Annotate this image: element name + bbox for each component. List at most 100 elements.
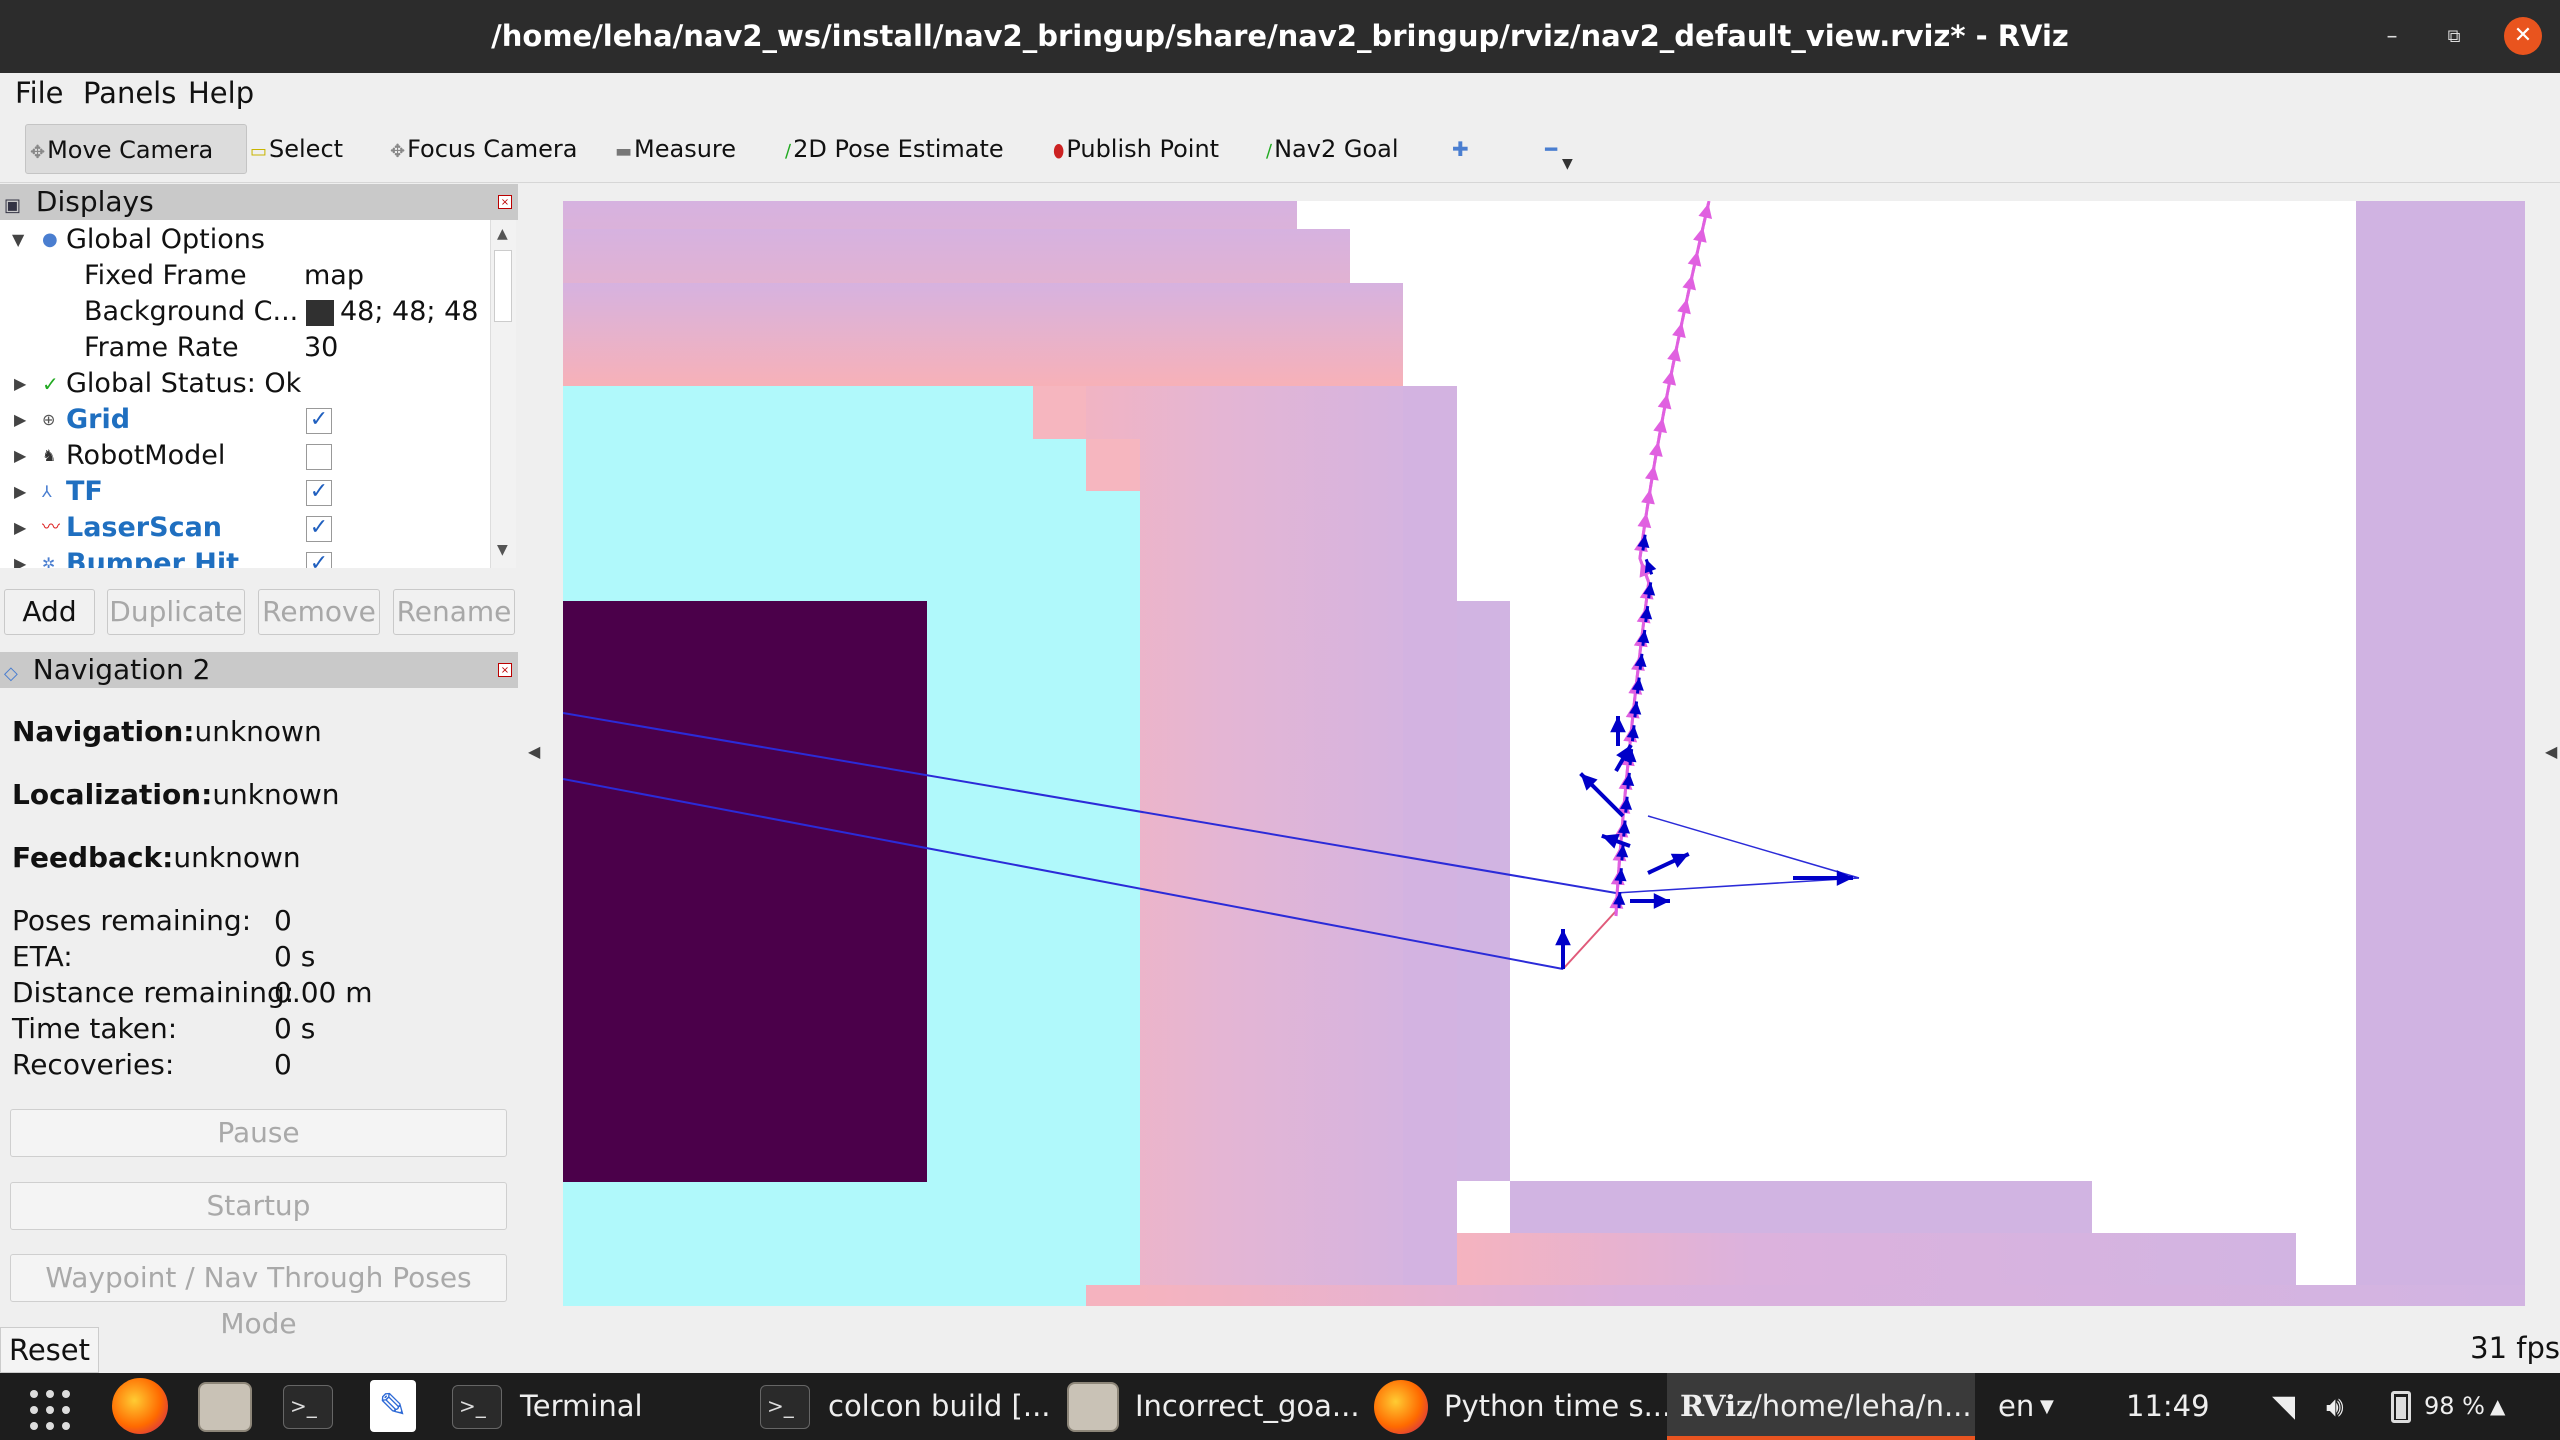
navigation-status: Navigation:unknown <box>12 712 322 752</box>
files-icon[interactable] <box>198 1382 252 1432</box>
costmap-top-3 <box>563 283 1403 386</box>
laserscan-checkbox[interactable]: ✓ <box>306 516 332 542</box>
terminal-window-icon[interactable]: >_ <box>452 1385 502 1429</box>
toolbar-dropdown-icon[interactable]: ▼ <box>1562 156 1573 172</box>
tree-row-global-options[interactable]: ▼ ● Global Options <box>0 222 490 258</box>
select-tool[interactable]: ▭Select <box>250 124 343 174</box>
nav2-goal-tool[interactable]: ∕Nav2 Goal <box>1266 124 1399 174</box>
scroll-up-icon[interactable]: ▲ <box>497 226 508 242</box>
menu-file[interactable]: File <box>15 75 64 111</box>
grid-checkbox[interactable]: ✓ <box>306 408 332 434</box>
remove-tool-icon[interactable]: ━ <box>1545 124 1557 174</box>
expand-down-icon[interactable]: ▼ <box>12 222 24 258</box>
firefox-icon[interactable] <box>112 1378 168 1434</box>
navigation-close-icon[interactable]: × <box>498 663 512 677</box>
expand-right-icon[interactable]: ▶ <box>14 402 26 438</box>
duplicate-button[interactable]: Duplicate <box>107 589 245 635</box>
system-menu-icon[interactable]: ▲ <box>2490 1373 2505 1440</box>
scrollbar-thumb[interactable] <box>494 250 512 322</box>
robotmodel-checkbox[interactable] <box>306 444 332 470</box>
measure-tool[interactable]: ▬Measure <box>615 124 736 174</box>
folder-window-icon[interactable] <box>1067 1382 1119 1432</box>
displays-panel-header[interactable]: ▣ Displays <box>0 184 518 220</box>
battery-icon[interactable] <box>2391 1391 2411 1423</box>
frame-rate-value[interactable]: 30 <box>304 330 338 366</box>
startup-button[interactable]: Startup <box>10 1182 507 1230</box>
reset-button[interactable]: Reset <box>0 1327 99 1373</box>
publish-point-tool[interactable]: ⬮Publish Point <box>1053 124 1219 174</box>
expand-right-icon[interactable]: ▶ <box>14 474 26 510</box>
pose-estimate-tool[interactable]: ∕2D Pose Estimate <box>785 124 1004 174</box>
rename-button[interactable]: Rename <box>393 589 515 635</box>
grid-icon: ⊕ <box>42 410 56 429</box>
displays-scrollbar[interactable]: ▲ ▼ <box>490 220 516 568</box>
app-grid-icon[interactable] <box>28 1388 72 1432</box>
waypoint-mode-button[interactable]: Waypoint / Nav Through Poses Mode <box>10 1254 507 1340</box>
add-button[interactable]: Add <box>4 589 95 635</box>
menu-panels[interactable]: Panels <box>83 75 176 111</box>
terminal-app-icon[interactable]: >_ <box>283 1385 333 1429</box>
menu-bar <box>0 73 2560 113</box>
wifi-icon[interactable]: ◥ <box>2272 1373 2295 1440</box>
lethal-obstacle <box>563 601 927 1182</box>
splitter-left-arrow-icon[interactable]: ◀ <box>528 742 540 761</box>
menu-help[interactable]: Help <box>188 75 254 111</box>
scroll-down-icon[interactable]: ▼ <box>497 542 508 558</box>
add-tool-icon[interactable]: ✚ <box>1452 124 1469 174</box>
colcon-window-icon[interactable]: >_ <box>760 1385 810 1429</box>
splitter-right-arrow-icon[interactable]: ◀ <box>2545 742 2557 761</box>
navigation-panel-header[interactable]: ◇ Navigation 2 <box>0 652 518 688</box>
costmap-cyan-3 <box>1086 491 1140 1306</box>
focus-camera-tool[interactable]: ✥Focus Camera <box>390 124 577 174</box>
tree-row-laserscan[interactable]: ▶ 〰 LaserScan ✓ <box>0 510 490 546</box>
monitor-icon: ▣ <box>4 195 22 216</box>
expand-right-icon[interactable]: ▶ <box>14 546 26 568</box>
navigation-status-label: Navigation: <box>12 715 195 748</box>
publish-point-label: Publish Point <box>1066 135 1220 163</box>
pause-button[interactable]: Pause <box>10 1109 507 1157</box>
taskbar-terminal[interactable]: Terminal <box>520 1373 643 1440</box>
tree-row-grid[interactable]: ▶ ⊕ Grid ✓ <box>0 402 490 438</box>
volume-icon[interactable]: 🔊︎ <box>2326 1373 2344 1440</box>
displays-tree[interactable]: ▼ ● Global Options Fixed Frame map Backg… <box>0 220 516 568</box>
minimize-button[interactable]: – <box>2375 20 2409 54</box>
time-taken-label: Time taken: <box>12 1012 178 1045</box>
taskbar-python[interactable]: Python time s... <box>1444 1373 1671 1440</box>
localization-status-value: unknown <box>212 778 340 811</box>
frame-rate-label: Frame Rate <box>84 332 239 363</box>
costmap-strip-2 <box>1403 386 1457 1306</box>
tree-row-global-status[interactable]: ▶ ✓ Global Status: Ok <box>0 366 490 402</box>
tf-checkbox[interactable]: ✓ <box>306 480 332 506</box>
language-dropdown-icon[interactable]: ▼ <box>2040 1373 2054 1440</box>
taskbar-rviz[interactable]: /home/leha/n... <box>1752 1373 1972 1440</box>
taskbar-colcon[interactable]: colcon build [... <box>828 1373 1051 1440</box>
text-editor-icon[interactable]: ✎ <box>370 1380 416 1432</box>
distance-remaining-label: Distance remaining: <box>12 976 295 1009</box>
displays-close-icon[interactable]: × <box>498 195 512 209</box>
tree-row-tf[interactable]: ▶ ⅄ TF ✓ <box>0 474 490 510</box>
costmap-render[interactable] <box>563 201 2525 1306</box>
bumper-hit-checkbox[interactable]: ✓ <box>306 552 332 568</box>
eta-label: ETA: <box>12 940 73 973</box>
taskbar-incorrect-goal[interactable]: Incorrect_goa... <box>1135 1373 1360 1440</box>
tree-row-bumper-hit[interactable]: ▶ ✲ Bumper Hit ✓ <box>0 546 490 568</box>
background-color-swatch[interactable] <box>306 300 334 326</box>
remove-button[interactable]: Remove <box>258 589 380 635</box>
fixed-frame-value[interactable]: map <box>304 258 364 294</box>
clock[interactable]: 11:49 <box>2126 1373 2210 1440</box>
costmap-bottom-1 <box>1510 1181 2092 1233</box>
maximize-button[interactable]: ⧉ <box>2437 20 2471 54</box>
tree-row-fixed-frame[interactable]: Fixed Frame map <box>0 258 490 294</box>
firefox-window-icon[interactable] <box>1374 1380 1428 1434</box>
move-camera-tool[interactable]: ✥Move Camera <box>25 124 247 174</box>
close-button[interactable]: ✕ <box>2504 17 2542 55</box>
expand-right-icon[interactable]: ▶ <box>14 366 26 402</box>
rviz-3d-viewport[interactable] <box>563 201 2525 1306</box>
background-color-value[interactable]: 48; 48; 48 <box>340 294 478 330</box>
tree-row-background-color[interactable]: Background C... 48; 48; 48 <box>0 294 490 330</box>
expand-right-icon[interactable]: ▶ <box>14 438 26 474</box>
tree-row-robotmodel[interactable]: ▶ ♞ RobotModel <box>0 438 490 474</box>
expand-right-icon[interactable]: ▶ <box>14 510 26 546</box>
tree-row-frame-rate[interactable]: Frame Rate 30 <box>0 330 490 366</box>
keyboard-language[interactable]: en <box>1998 1373 2034 1440</box>
